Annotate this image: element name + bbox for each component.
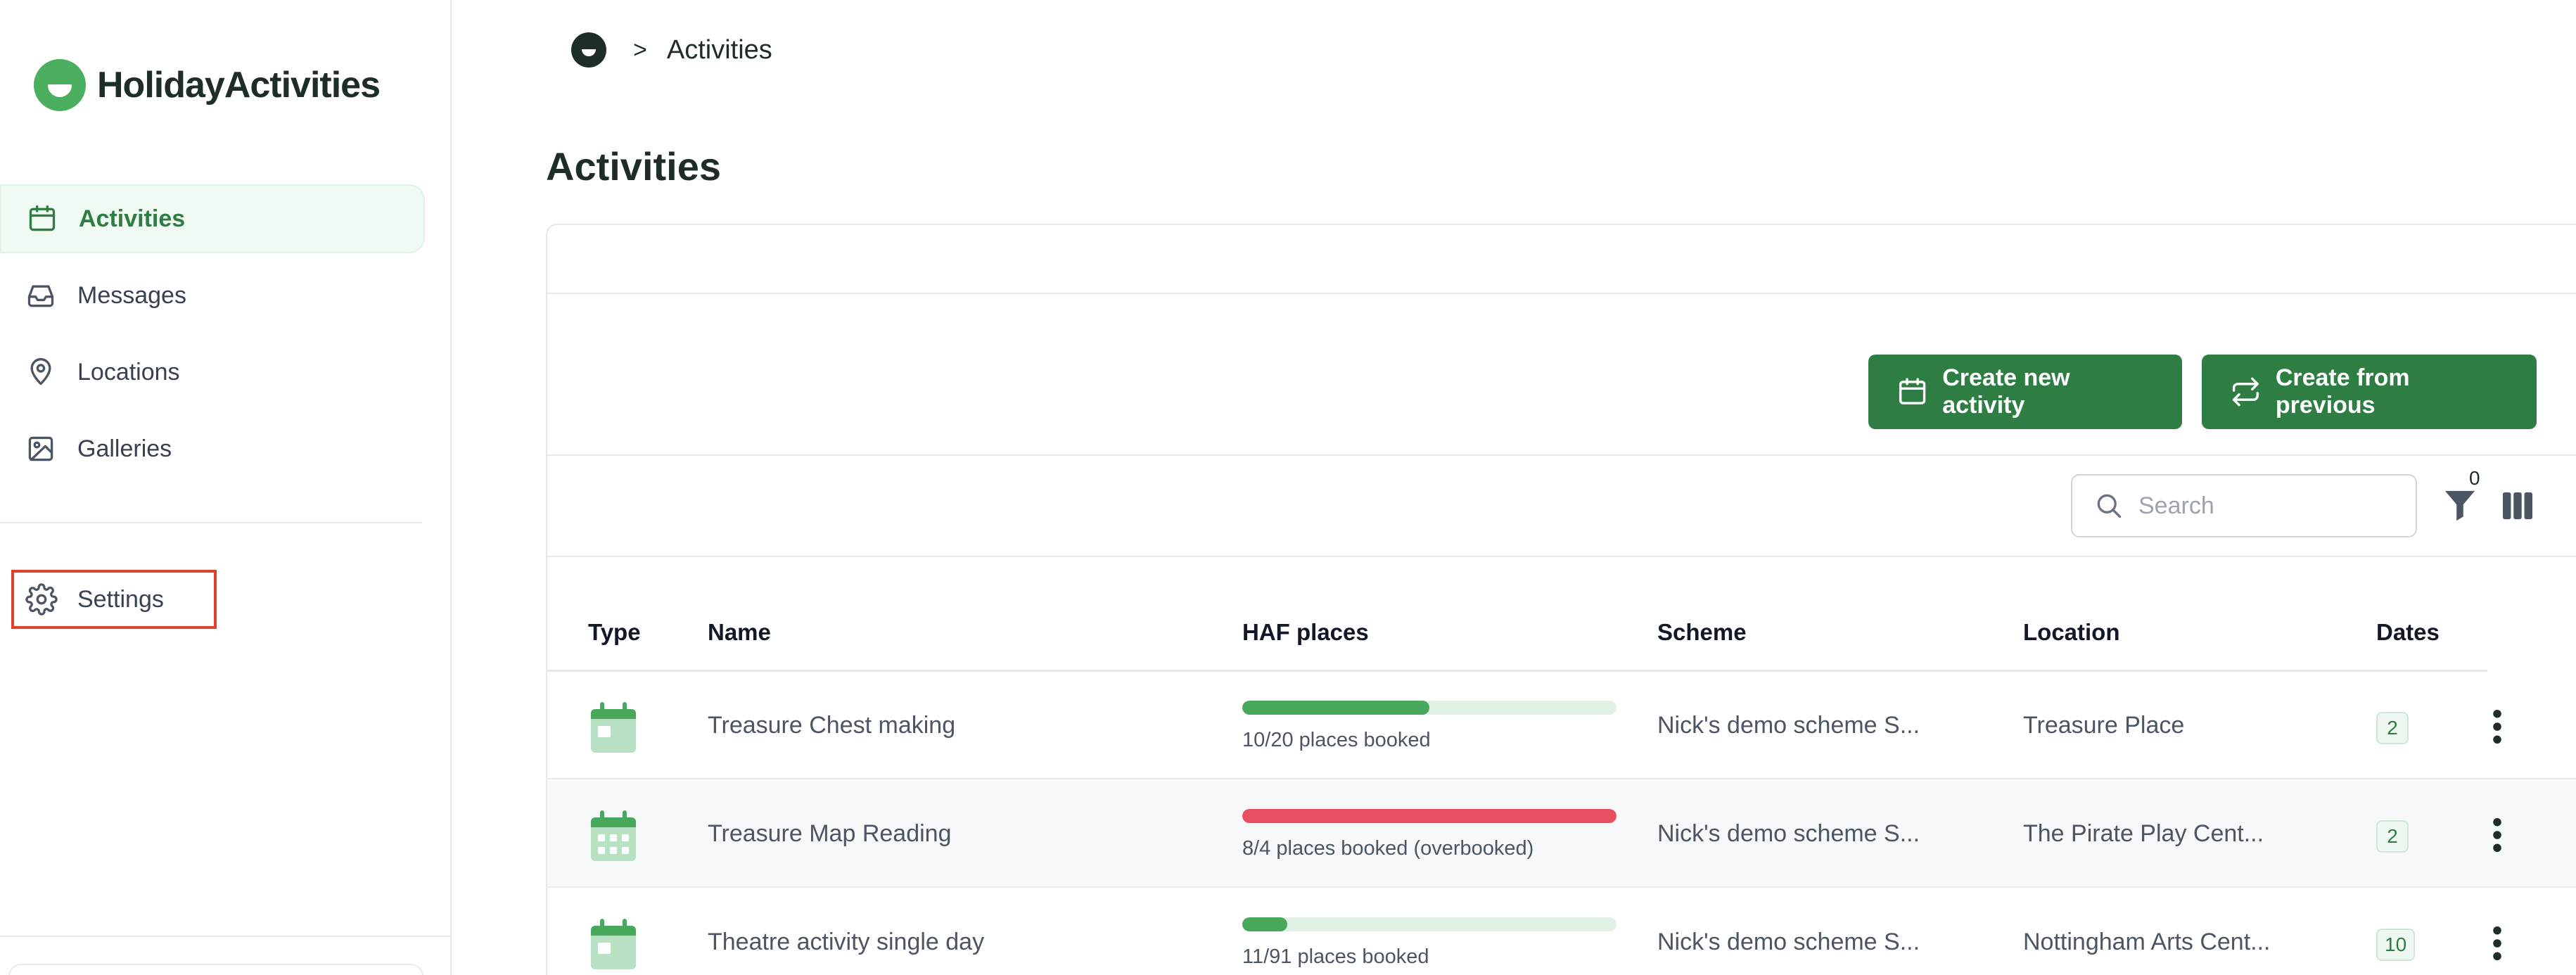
dates-count-badge[interactable]: 2 [2376,712,2409,744]
location-name: Nottingham Arts Cent... [2023,929,2271,955]
calendar-single-icon [591,702,636,753]
create-new-activity-button[interactable]: Create new activity [1868,355,2182,429]
column-header-type[interactable]: Type [588,619,641,646]
app-logo[interactable]: HolidayActivities [34,59,381,111]
more-options-icon[interactable] [2489,926,2506,961]
places-progress-fill [1242,917,1288,931]
repeat-icon [2232,377,2259,407]
scheme-name: Nick's demo scheme S... [1657,929,1920,955]
filter-count-badge: 0 [2469,467,2480,489]
sidebar-item-messages[interactable]: Messages [0,261,425,330]
search-icon [2097,494,2122,518]
activity-name[interactable]: Theatre activity single day [708,929,984,956]
activity-name[interactable]: Treasure Chest making [708,712,955,739]
columns-icon[interactable] [2501,491,2534,521]
brand-name: HolidayActivities [97,65,381,106]
activity-name[interactable]: Treasure Map Reading [708,820,951,848]
sidebar-item-locations[interactable]: Locations [0,338,425,407]
sidebar: HolidayActivities Activities Messages Lo… [0,0,452,975]
calendar-icon [1899,378,1926,404]
calendar-icon [27,203,58,234]
sidebar-footer-card[interactable] [8,964,423,975]
calendar-single-icon [591,919,636,969]
more-options-icon[interactable] [2489,709,2506,744]
image-icon [25,433,56,464]
table-row[interactable]: Treasure Map Reading 8/4 places booked (… [547,781,2576,888]
filter-icon[interactable] [2444,488,2476,523]
location-name: Treasure Place [2023,712,2185,739]
calendar-multi-icon [591,810,636,861]
sidebar-item-activities[interactable]: Activities [0,184,425,253]
card-divider [547,293,2576,294]
create-from-previous-button[interactable]: Create from previous [2202,355,2537,429]
sidebar-footer-divider [0,936,450,937]
sidebar-item-galleries[interactable]: Galleries [0,414,425,483]
places-progress-bar [1242,701,1617,715]
sidebar-divider [0,522,422,523]
chevron-right-icon: > [633,36,647,63]
settings-label: Settings [77,585,164,613]
places-booked-text: 10/20 places booked [1242,729,1431,751]
sidebar-item-label: Galleries [77,435,172,462]
places-progress-bar [1242,809,1617,823]
main-content: > Activities Activities Create new activ… [453,0,2576,975]
card-divider [547,556,2576,557]
logo-smile-icon [34,59,86,111]
location-name: The Pirate Play Cent... [2023,820,2264,847]
sidebar-nav: Activities Messages Locations Galleries [0,184,425,491]
dates-count-badge[interactable]: 10 [2376,929,2416,961]
card-divider [547,454,2576,456]
table-row[interactable]: Treasure Chest making 10/20 places booke… [547,673,2576,779]
gear-icon [25,583,58,616]
breadcrumb-current: Activities [666,34,772,65]
column-header-dates[interactable]: Dates [2376,619,2440,646]
sidebar-item-label: Activities [79,205,186,232]
column-header-location[interactable]: Location [2023,619,2120,646]
places-booked-text: 11/91 places booked [1242,945,1429,968]
places-progress-fill [1242,809,1617,823]
more-options-icon[interactable] [2489,817,2506,853]
breadcrumb: > Activities [571,32,772,68]
search-box[interactable] [2071,474,2417,537]
column-header-name[interactable]: Name [708,619,771,646]
page-title: Activities [546,144,721,189]
search-input[interactable] [2138,492,2392,520]
sidebar-item-label: Messages [77,281,186,309]
home-icon[interactable] [571,32,606,68]
scheme-name: Nick's demo scheme S... [1657,820,1920,847]
column-header-scheme[interactable]: Scheme [1657,619,1747,646]
create-new-activity-label: Create new activity [1942,364,2070,419]
column-header-haf-places[interactable]: HAF places [1242,619,1369,646]
places-progress-fill [1242,701,1429,715]
map-pin-icon [25,357,56,388]
create-from-previous-label: Create from previous [2275,364,2410,419]
sidebar-item-label: Locations [77,358,180,385]
scheme-name: Nick's demo scheme S... [1657,712,1920,739]
dates-count-badge[interactable]: 2 [2376,820,2409,853]
places-progress-bar [1242,917,1617,931]
table-header-divider [546,670,2487,672]
table-row[interactable]: Theatre activity single day 11/91 places… [547,889,2576,975]
inbox-icon [25,280,56,311]
sidebar-item-settings[interactable]: Settings [11,570,217,629]
places-booked-text: 8/4 places booked (overbooked) [1242,837,1534,860]
